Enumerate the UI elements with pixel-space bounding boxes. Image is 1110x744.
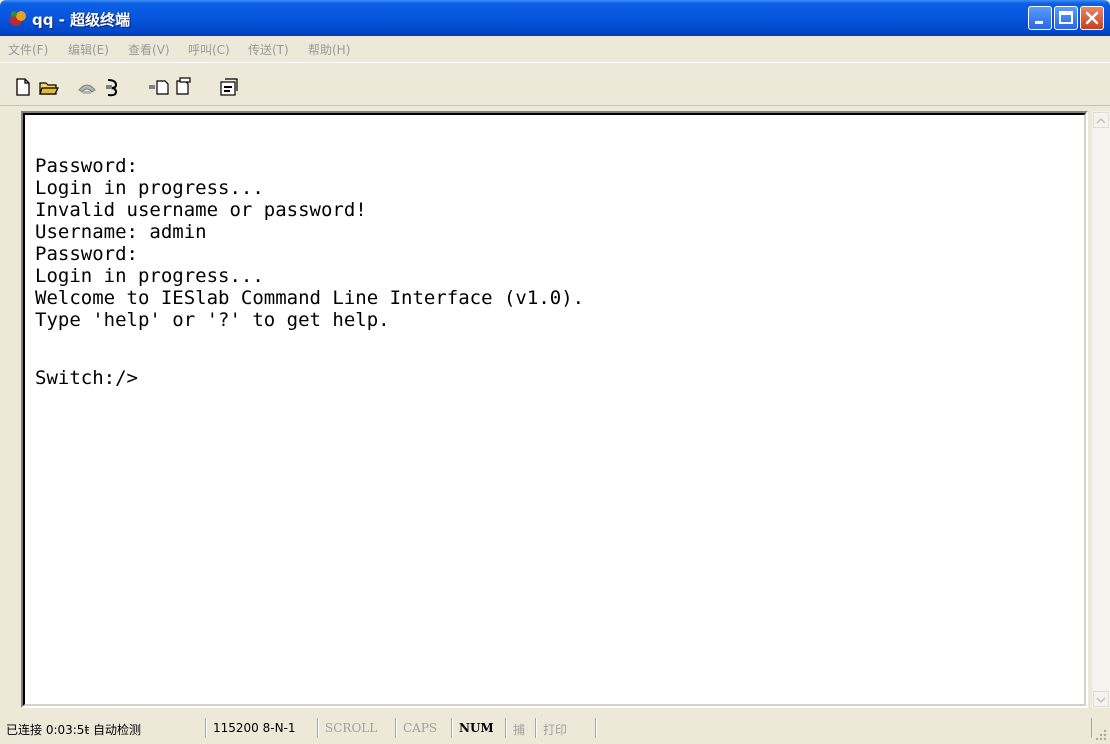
terminal-screen[interactable]: Password: Login in progress... Invalid u… — [23, 113, 1086, 706]
menu-bar: 文件(F) 编辑(E) 查看(V) 呼叫(C) 传送(T) 帮助(H) — [0, 36, 1110, 60]
maximize-icon — [1059, 11, 1073, 24]
menu-help[interactable]: 帮助(H) — [308, 41, 350, 58]
terminal-line: Username: admin — [35, 221, 207, 243]
vertical-scrollbar[interactable] — [1092, 111, 1110, 708]
status-empty — [596, 718, 1092, 738]
receive-file-icon[interactable] — [174, 76, 196, 98]
menu-edit[interactable]: 编辑(E) — [68, 41, 109, 58]
status-connection: 已连接 0:03:5ŧ 自动检测 — [0, 718, 206, 738]
scroll-down-button[interactable] — [1093, 691, 1109, 707]
terminal-prompt: Switch:/> — [35, 367, 138, 389]
send-file-icon[interactable] — [148, 76, 170, 98]
minimize-icon — [1035, 21, 1043, 24]
chevron-up-icon — [1096, 117, 1106, 124]
app-icon — [10, 11, 26, 26]
terminal-line: Login in progress... — [35, 177, 264, 199]
status-bar: 已连接 0:03:5ŧ 自动检测 115200 8-N-1 SCROLL CAP… — [0, 712, 1110, 744]
minimize-button[interactable] — [1028, 6, 1052, 30]
scroll-up-button[interactable] — [1093, 112, 1109, 128]
window-title: qq - 超级终端 — [32, 11, 131, 29]
status-baud: 115200 8-N-1 — [206, 718, 318, 738]
resize-grip-icon[interactable] — [1094, 728, 1108, 742]
status-caps: CAPS — [396, 718, 452, 738]
menu-transfer[interactable]: 传送(T) — [248, 41, 289, 58]
connect-phone-icon[interactable] — [76, 76, 98, 98]
menu-file[interactable]: 文件(F) — [8, 41, 48, 58]
terminal-line: Password: — [35, 243, 138, 265]
properties-icon[interactable] — [218, 76, 240, 98]
status-capture: 捕 — [506, 718, 536, 738]
status-scroll: SCROLL — [318, 718, 396, 738]
new-file-icon[interactable] — [12, 76, 34, 98]
disconnect-phone-icon[interactable] — [102, 76, 124, 98]
close-button[interactable] — [1080, 6, 1104, 30]
close-icon — [1085, 11, 1099, 25]
open-folder-icon[interactable] — [38, 76, 60, 98]
terminal-line: Password: — [35, 155, 138, 177]
title-bar: qq - 超级终端 — [0, 0, 1110, 36]
terminal-line: Type 'help' or '?' to get help. — [35, 309, 390, 331]
terminal-line: Invalid username or password! — [35, 199, 367, 221]
chevron-down-icon — [1096, 697, 1106, 704]
status-print: 打印 — [536, 718, 596, 738]
menu-view[interactable]: 查看(V) — [128, 41, 170, 58]
toolbar — [0, 62, 1110, 106]
status-num: NUM — [452, 718, 506, 738]
maximize-button[interactable] — [1054, 6, 1078, 30]
menu-call[interactable]: 呼叫(C) — [188, 41, 230, 58]
terminal-line: Welcome to IESlab Command Line Interface… — [35, 287, 585, 309]
terminal-line: Login in progress... — [35, 265, 264, 287]
